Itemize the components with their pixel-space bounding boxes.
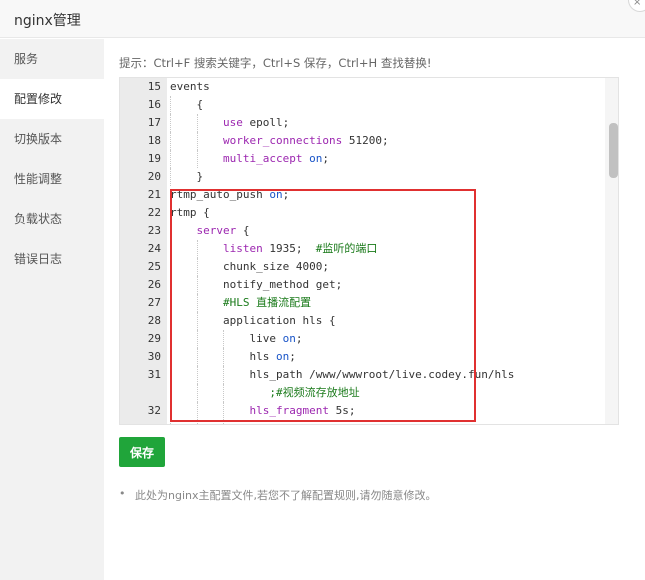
indent-guide	[196, 132, 199, 150]
line-number: 20	[147, 170, 161, 183]
code-token: ay	[289, 422, 302, 424]
window-titlebar: nginx管理	[0, 0, 645, 38]
line-number: 19	[147, 152, 161, 165]
line-number: 29	[147, 332, 161, 345]
close-icon: ×	[633, 0, 642, 8]
window-title: nginx管理	[14, 13, 81, 29]
note-text: 此处为nginx主配置文件,若您不了解配置规则,请勿随意修改。	[135, 489, 437, 502]
sidebar-item-config[interactable]: 配置修改	[0, 79, 104, 119]
code-token: events	[170, 80, 210, 93]
line-text: use epoll;	[223, 114, 289, 132]
code-line[interactable]: 20}	[120, 168, 606, 186]
code-token: 51200;	[342, 134, 389, 147]
sidebar: 服务 配置修改 切换版本 性能调整 负载状态 错误日志	[0, 39, 104, 580]
sidebar-item-service[interactable]: 服务	[0, 39, 104, 79]
highlight-annotation-box	[170, 189, 476, 422]
line-number: 28	[147, 314, 161, 327]
line-number: 23	[147, 224, 161, 237]
line-number: 18	[147, 134, 161, 147]
shortcut-hint: 提示：Ctrl+F 搜索关键字，Ctrl+S 保存，Ctrl+H 查找替换!	[119, 56, 432, 70]
code-line[interactable]: 17 use epoll;	[120, 114, 606, 132]
code-token: }	[196, 170, 204, 183]
code-token: list	[303, 422, 330, 424]
line-number: 25	[147, 260, 161, 273]
sidebar-item-version[interactable]: 切换版本	[0, 119, 104, 159]
indent-guide	[170, 132, 172, 150]
code-keyword: multi_accept	[223, 152, 303, 165]
line-number: 30	[147, 350, 161, 363]
sidebar-item-error-log[interactable]: 错误日志	[0, 239, 104, 279]
line-number: 26	[147, 278, 161, 291]
scrollbar-thumb[interactable]	[609, 123, 618, 178]
indent-guide	[196, 114, 199, 132]
line-number: 32	[147, 404, 161, 417]
code-token: ;	[322, 152, 329, 165]
note-bullet: •	[119, 487, 126, 500]
code-line[interactable]: 16 {	[120, 96, 606, 114]
sidebar-item-performance[interactable]: 性能调整	[0, 159, 104, 199]
line-number: 22	[147, 206, 161, 219]
line-number: 16	[147, 98, 161, 111]
line-text: events	[170, 78, 210, 96]
code-line[interactable]: 18 worker_connections 51200;	[120, 132, 606, 150]
code-token: {	[196, 98, 204, 111]
code-value: on	[309, 152, 323, 165]
indent-guide	[170, 96, 172, 114]
save-button[interactable]: 保存	[119, 437, 165, 467]
line-text: }	[197, 168, 204, 186]
code-line[interactable]: 15 events	[120, 78, 606, 96]
indent-guide	[170, 168, 172, 186]
line-text: worker_connections 51200;	[223, 132, 389, 150]
line-text: {	[197, 96, 204, 114]
sidebar-item-load-status[interactable]: 负载状态	[0, 199, 104, 239]
line-number: 17	[147, 116, 161, 129]
line-number: 27	[147, 296, 161, 309]
line-number: 31	[147, 368, 161, 381]
code-token: hls_pl	[250, 422, 290, 424]
indent-guide	[170, 150, 172, 168]
code-line[interactable]: 19 multi_accept on;	[120, 150, 606, 168]
indent-guide	[196, 150, 199, 168]
main-panel: 提示：Ctrl+F 搜索关键字，Ctrl+S 保存，Ctrl+H 查找替换! 1…	[104, 39, 645, 580]
code-keyword: use	[223, 116, 243, 129]
line-number: 15	[147, 80, 161, 93]
code-token: 100	[329, 422, 356, 424]
indent-guide	[170, 114, 172, 132]
line-number: 24	[147, 242, 161, 255]
code-token: epoll;	[242, 116, 290, 129]
line-number: 21	[147, 188, 161, 201]
line-text: multi_accept on;	[223, 150, 329, 168]
code-keyword: worker_connections	[223, 134, 343, 147]
